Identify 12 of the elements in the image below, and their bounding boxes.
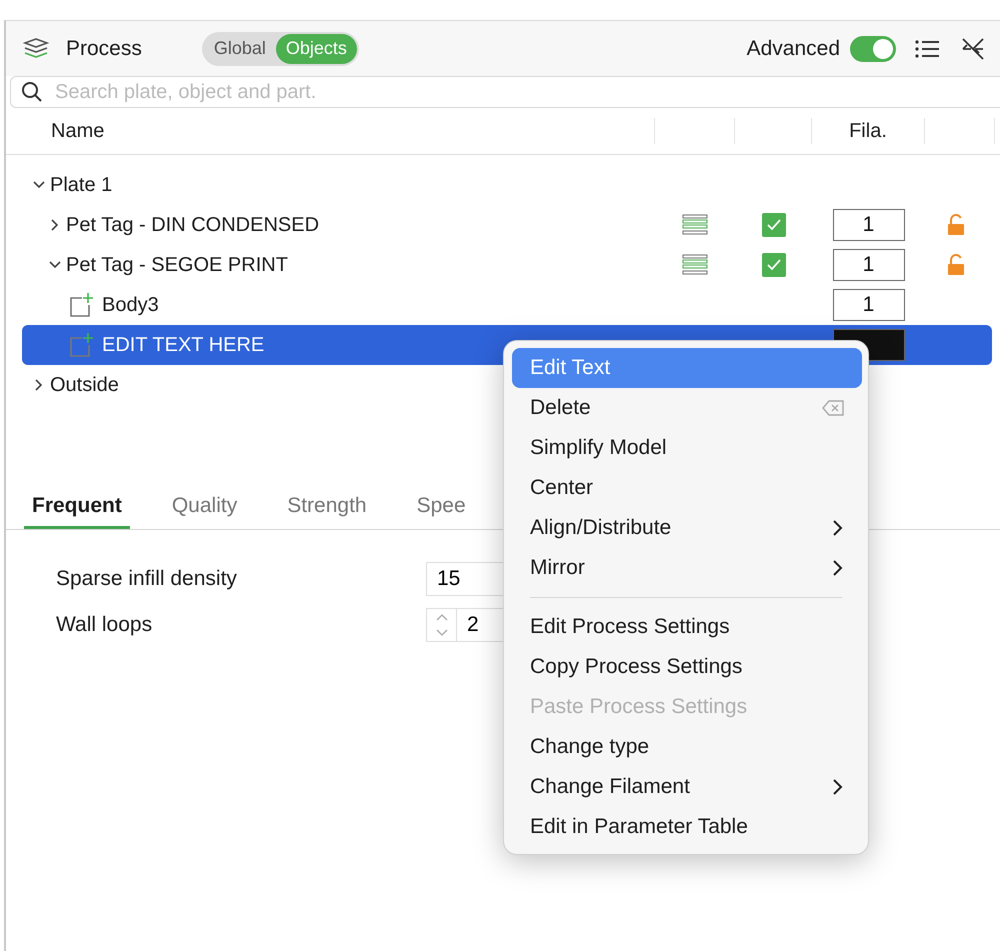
tree-item-label: EDIT TEXT HERE <box>102 334 264 356</box>
tree-item-label: Outside <box>50 374 119 396</box>
tree-item-label: Pet Tag - DIN CONDENSED <box>66 214 320 236</box>
advanced-label: Advanced <box>746 36 840 60</box>
tree-item-label: Body3 <box>102 294 159 316</box>
tree-item-label: Pet Tag - SEGOE PRINT <box>66 254 288 276</box>
setting-label: Wall loops <box>56 613 154 637</box>
tree-item-label: Plate 1 <box>50 174 112 196</box>
column-header: Fila. <box>849 120 887 142</box>
panel-title: Process <box>66 36 142 60</box>
setting-label: Sparse infill density <box>56 567 238 591</box>
column-header: Name <box>51 120 104 142</box>
